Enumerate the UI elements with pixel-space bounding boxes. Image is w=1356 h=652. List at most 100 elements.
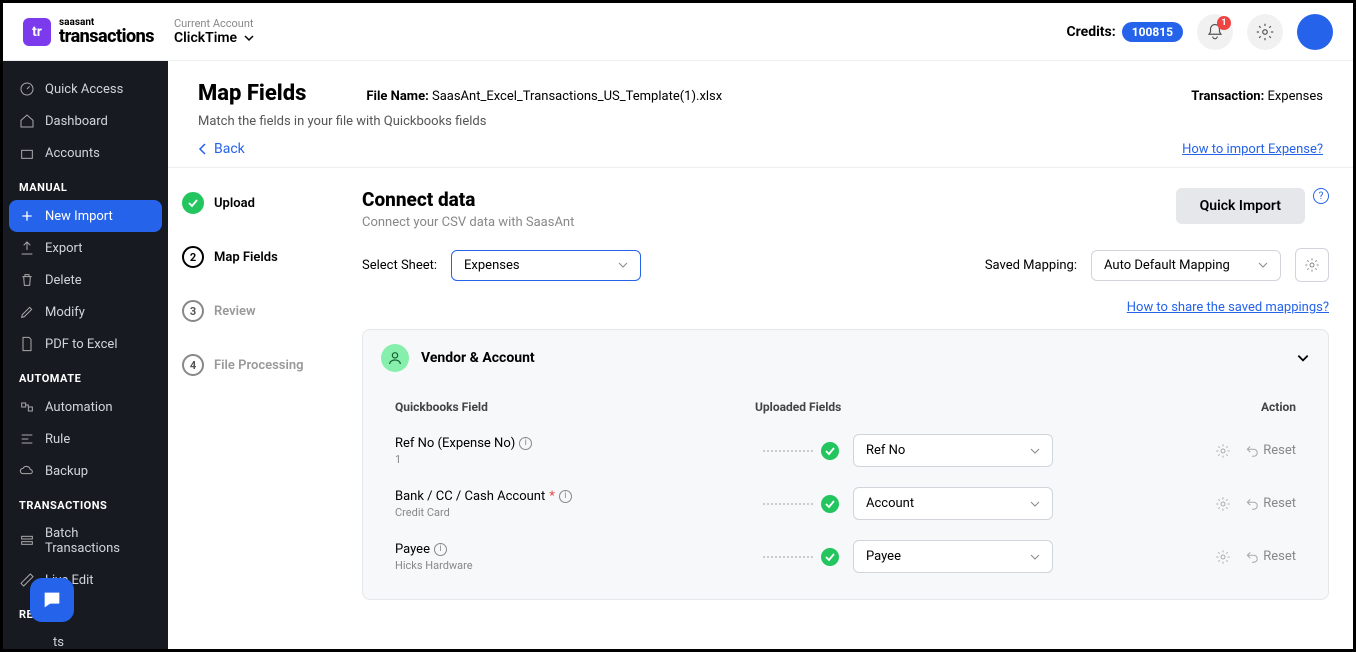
brand-big: transactions [59,28,154,46]
account-switcher[interactable]: Current Account ClickTime [174,17,255,46]
sidebar-item-rule[interactable]: Rule [3,423,168,455]
row-settings-icon[interactable] [1215,496,1231,512]
saved-mapping-dropdown[interactable]: Auto Default Mapping [1091,250,1281,281]
col-uploaded-fields: Uploaded Fields [755,400,1095,414]
col-quickbooks-field: Quickbooks Field [395,400,755,414]
sidebar-item-accounts[interactable]: Accounts [3,137,168,169]
sidebar: Quick Access Dashboard Accounts MANUAL N… [3,61,168,649]
sidebar-section-manual: MANUAL [3,169,168,200]
qb-field-sample: Credit Card [395,506,755,519]
qb-field-name: Bank / CC / Cash Account* i [395,489,755,504]
undo-icon [1245,497,1259,511]
sidebar-item-dashboard[interactable]: Dashboard [3,105,168,137]
back-button[interactable]: Back [198,141,245,157]
select-sheet-label: Select Sheet: [362,258,437,273]
stepper: Upload 2Map Fields 3Review 4File Process… [168,168,338,649]
notification-count: 1 [1217,16,1231,30]
step-upload: Upload [182,192,324,214]
map-row: Bank / CC / Cash Account* i Credit Card … [387,477,1304,530]
logo-icon: tr [23,18,51,46]
sidebar-item-batch[interactable]: Batch Transactions [3,518,168,564]
section-toggle[interactable]: Vendor & Account [363,330,1328,386]
file-info: File Name: SaasAnt_Excel_Transactions_US… [366,89,722,104]
sidebar-item-live-edit[interactable]: Live Edit [3,564,168,596]
connector-line [763,503,813,505]
uploaded-field-dropdown[interactable]: Payee [853,540,1053,573]
page-title: Map Fields [198,81,306,106]
undo-icon [1245,444,1259,458]
undo-icon [1245,550,1259,564]
select-sheet-dropdown[interactable]: Expenses [451,250,641,281]
info-icon[interactable]: i [519,437,532,450]
help-icon[interactable]: ? [1313,188,1329,204]
sidebar-item-modify[interactable]: Modify [3,296,168,328]
sidebar-item-reports-partial[interactable]: ts [3,627,168,649]
uploaded-field-dropdown[interactable]: Ref No [853,434,1053,467]
transaction-info: Transaction: Expenses [1191,89,1323,104]
section-vendor-account: Vendor & Account Quickbooks Field Upload… [362,329,1329,600]
uploaded-field-dropdown[interactable]: Account [853,487,1053,520]
mapped-check-icon [821,495,839,513]
step-map-fields: 2Map Fields [182,246,324,268]
gauge-icon [19,81,35,97]
topbar: tr saasant transactions Current Account … [3,3,1353,61]
avatar[interactable] [1297,14,1333,50]
plus-icon [19,208,35,224]
qb-field-sample: 1 [395,453,755,466]
section-title: Vendor & Account [421,350,535,366]
cloud-icon [19,463,35,479]
mapping-settings-button[interactable] [1295,248,1329,282]
col-action: Action [1176,400,1296,414]
how-to-import-link[interactable]: How to import Expense? [1182,142,1323,157]
qb-field-name: Payee i [395,542,755,557]
logo[interactable]: tr saasant transactions [23,18,154,46]
rule-icon [19,431,35,447]
gear-icon [1304,257,1320,273]
row-settings-icon[interactable] [1215,549,1231,565]
sidebar-item-export[interactable]: Export [3,232,168,264]
info-icon[interactable]: i [434,543,447,556]
map-row: Payee i Hicks Hardware Payee Reset [387,530,1304,583]
qb-field-sample: Hicks Hardware [395,559,755,572]
chevron-down-icon [618,260,628,270]
main-panel: Connect data Connect your CSV data with … [338,168,1353,649]
quick-import-button[interactable]: Quick Import [1176,188,1305,224]
connector-line [763,450,813,452]
reset-button[interactable]: Reset [1245,549,1296,564]
check-icon [188,198,198,208]
sidebar-item-delete[interactable]: Delete [3,264,168,296]
sidebar-section-reports: REPORTS [3,596,168,627]
reset-button[interactable]: Reset [1245,496,1296,511]
row-settings-icon[interactable] [1215,443,1231,459]
saved-mapping-label: Saved Mapping: [985,258,1077,273]
stack-icon [19,533,35,549]
chat-button[interactable] [30,578,74,622]
chat-icon [41,589,63,611]
sidebar-item-automation[interactable]: Automation [3,391,168,423]
sidebar-item-new-import[interactable]: New Import [9,200,162,232]
settings-button[interactable] [1247,14,1283,50]
sidebar-section-automate: AUTOMATE [3,360,168,391]
sidebar-item-backup[interactable]: Backup [3,455,168,487]
sidebar-item-pdf-to-excel[interactable]: PDF to Excel [3,328,168,360]
notifications-button[interactable]: 1 [1197,14,1233,50]
chevron-down-icon [1258,260,1268,270]
trash-icon [19,272,35,288]
chevron-down-icon [1296,351,1310,365]
panel-title: Connect data [362,188,574,211]
how-to-share-link[interactable]: How to share the saved mappings? [1127,300,1329,315]
gear-icon [1256,23,1274,41]
reset-button[interactable]: Reset [1245,443,1296,458]
account-label: Current Account [174,17,255,30]
chevron-left-icon [198,143,208,155]
mapped-check-icon [821,548,839,566]
step-file-processing: 4File Processing [182,354,324,376]
info-icon[interactable]: i [559,490,572,503]
sidebar-item-quick-access[interactable]: Quick Access [3,73,168,105]
panel-subtitle: Connect your CSV data with SaasAnt [362,215,574,230]
chevron-down-icon [1030,499,1040,509]
step-review: 3Review [182,300,324,322]
chevron-down-icon [1030,552,1040,562]
sidebar-section-transactions: TRANSACTIONS [3,487,168,518]
page-header: Map Fields File Name: SaasAnt_Excel_Tran… [168,61,1353,167]
